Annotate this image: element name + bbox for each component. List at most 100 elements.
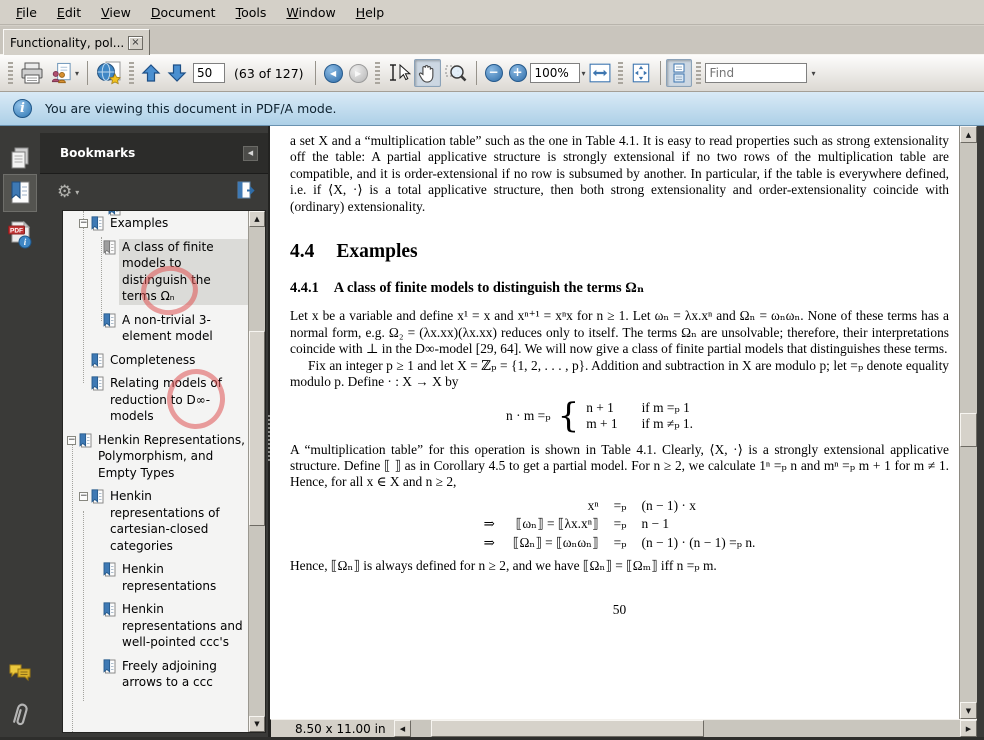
select-tool-button[interactable] — [384, 59, 414, 87]
menu-item-edit[interactable]: Edit — [47, 2, 91, 23]
pages-panel-button[interactable] — [3, 142, 37, 176]
menubar: File Edit View Document Tools Window Hel… — [0, 0, 984, 25]
scroll-up-button[interactable]: ▲ — [960, 126, 977, 143]
bookmark-label[interactable]: Examples — [107, 215, 171, 232]
bookmark-label[interactable]: Henkin Representations, Polymorphism, an… — [95, 432, 248, 482]
up-arrow-icon — [141, 64, 161, 82]
document-vertical-scrollbar[interactable]: ▲ ▼ — [959, 126, 977, 719]
bookmark-item-henkin-representations[interactable]: Henkin representations — [67, 561, 248, 594]
bookmarks-panel: Bookmarks ◀ ⚙ ▾ − Examples A class of fi… — [40, 126, 270, 737]
bookmark-label[interactable]: Henkin representations of cartesian-clos… — [107, 488, 248, 554]
collapse-minus-icon[interactable]: − — [79, 492, 88, 501]
bookmark-item-henkin-representations-chapter[interactable]: − Henkin Representations, Polymorphism, … — [67, 432, 248, 482]
find-input[interactable] — [704, 63, 807, 83]
bookmarks-panel-button[interactable] — [3, 174, 37, 212]
bookmark-label[interactable]: A non-trivial 3-element model — [119, 312, 248, 345]
scroll-left-button[interactable]: ◀ — [394, 720, 411, 737]
bookmark-item-relating-models[interactable]: Relating models of reduction to D∞-model… — [67, 375, 248, 425]
bookmarks-scrollbar[interactable]: ▲ ▼ — [248, 211, 265, 732]
fit-width-button[interactable] — [586, 59, 614, 87]
bookmark-label[interactable]: Henkin representations — [119, 561, 248, 594]
menu-item-window[interactable]: Window — [276, 2, 345, 23]
menu-item-document[interactable]: Document — [141, 2, 226, 23]
chevron-down-icon[interactable]: ▾ — [75, 188, 79, 197]
scrollbar-thumb[interactable] — [960, 413, 977, 447]
collapse-minus-icon[interactable]: − — [79, 219, 88, 228]
toolbar-grip[interactable] — [617, 62, 623, 84]
hand-tool-button[interactable] — [413, 59, 441, 87]
bookmark-item-well-pointed-ccc[interactable]: Henkin representations and well-pointed … — [67, 601, 248, 651]
bookmark-icon — [91, 489, 104, 504]
collapse-minus-icon[interactable]: − — [67, 435, 76, 445]
document-tab[interactable]: Functionality, pol... × — [3, 29, 150, 55]
back-arrow-icon: ◀ — [329, 68, 337, 78]
continuous-pages-icon — [673, 63, 685, 83]
scrolling-mode-button[interactable] — [665, 59, 692, 87]
toolbar-grip[interactable] — [8, 62, 13, 84]
zoom-out-button[interactable]: − — [484, 64, 503, 82]
menu-item-help[interactable]: Help — [346, 2, 395, 23]
pdfa-standard-icon: PDF i — [8, 220, 32, 249]
toolbar-grip[interactable] — [695, 62, 701, 84]
zoom-level-combo[interactable]: 100% — [529, 63, 580, 83]
toolbar-grip[interactable] — [374, 62, 380, 84]
svg-text:PDF: PDF — [10, 227, 23, 234]
bookmark-item-examples[interactable]: − Examples — [67, 215, 248, 232]
page-number-input[interactable] — [193, 63, 226, 83]
previous-view-button[interactable]: ◀ — [323, 63, 343, 83]
bookmark-item-henkin-ccc[interactable]: − Henkin representations of cartesian-cl… — [67, 488, 248, 554]
web-capture-button[interactable] — [93, 59, 125, 87]
next-view-button[interactable]: ▶ — [348, 63, 368, 83]
next-page-button[interactable] — [164, 59, 190, 87]
attachments-panel-button[interactable] — [3, 698, 37, 732]
bookmark-label[interactable]: Completeness — [107, 352, 198, 369]
expand-current-bookmark-button[interactable] — [235, 181, 258, 204]
standards-panel-button[interactable]: PDF i — [3, 216, 37, 254]
scroll-right-button[interactable]: ▶ — [960, 720, 977, 737]
zoom-caret-icon[interactable]: ▾ — [582, 69, 586, 78]
panel-collapse-button[interactable]: ◀ — [243, 145, 258, 161]
comments-panel-button[interactable] — [3, 656, 37, 690]
toolbar-separator — [314, 61, 316, 85]
document-view[interactable]: a set X and a “multiplication table” suc… — [270, 126, 959, 719]
document-horizontal-scrollbar[interactable]: ◀ ▶ — [394, 720, 977, 737]
scroll-down-button[interactable]: ▼ — [960, 702, 977, 719]
menu-item-file[interactable]: File — [6, 2, 47, 23]
bookmark-icon — [103, 602, 116, 617]
send-for-review-button[interactable]: ▾ — [47, 59, 82, 87]
toolbar-grip[interactable] — [129, 62, 135, 84]
paperclip-icon — [13, 703, 28, 726]
gear-icon[interactable]: ⚙ — [57, 183, 72, 201]
zoom-in-button[interactable]: + — [508, 64, 527, 82]
scrollbar-thumb[interactable] — [431, 720, 704, 737]
previous-page-button[interactable] — [138, 59, 164, 87]
scrollbar-thumb[interactable] — [249, 331, 265, 526]
bookmark-item-class-of-finite-models[interactable]: A class of finite models to distinguish … — [67, 238, 248, 305]
hand-icon — [418, 64, 433, 83]
bookmark-label[interactable]: A class of finite models to distinguish … — [119, 238, 248, 305]
main-toolbar: ▾ (63 of 127) ◀ ▶ — [0, 55, 984, 92]
bookmark-item-non-trivial-model[interactable]: A non-trivial 3-element model — [67, 312, 248, 345]
paragraph: a set X and a “multiplication table” suc… — [290, 133, 949, 214]
menu-item-view[interactable]: View — [91, 2, 141, 23]
fit-page-button[interactable] — [627, 59, 655, 87]
print-button[interactable] — [17, 59, 47, 87]
section-heading: 4.4 Examples — [290, 241, 418, 263]
find-caret-icon[interactable]: ▾ — [807, 63, 821, 83]
bookmark-item-completeness[interactable]: Completeness — [67, 352, 248, 369]
page-count-label: (63 of 127) — [234, 65, 304, 81]
minus-icon: − — [488, 65, 499, 79]
bookmark-label[interactable]: Freely adjoining arrows to a ccc — [119, 658, 248, 691]
scroll-down-button[interactable]: ▼ — [249, 716, 265, 732]
scroll-up-button[interactable]: ▲ — [249, 211, 265, 227]
bookmark-label[interactable]: Relating models of reduction to D∞-model… — [107, 375, 248, 425]
menu-item-tools[interactable]: Tools — [226, 2, 277, 23]
bookmark-item-freely-adjoining[interactable]: Freely adjoining arrows to a ccc — [67, 658, 248, 691]
bookmark-icon — [103, 239, 116, 254]
close-icon[interactable]: × — [128, 35, 143, 50]
down-arrow-icon — [167, 64, 187, 82]
bookmark-label[interactable]: Henkin representations and well-pointed … — [119, 601, 248, 651]
paragraph: Hence, ⟦Ωₙ⟧ is always defined for n ≥ 2,… — [290, 558, 717, 574]
marquee-zoom-button[interactable] — [441, 59, 471, 87]
paragraph: Fix an integer p ≥ 1 and let X = ℤₚ = {1… — [290, 357, 949, 390]
